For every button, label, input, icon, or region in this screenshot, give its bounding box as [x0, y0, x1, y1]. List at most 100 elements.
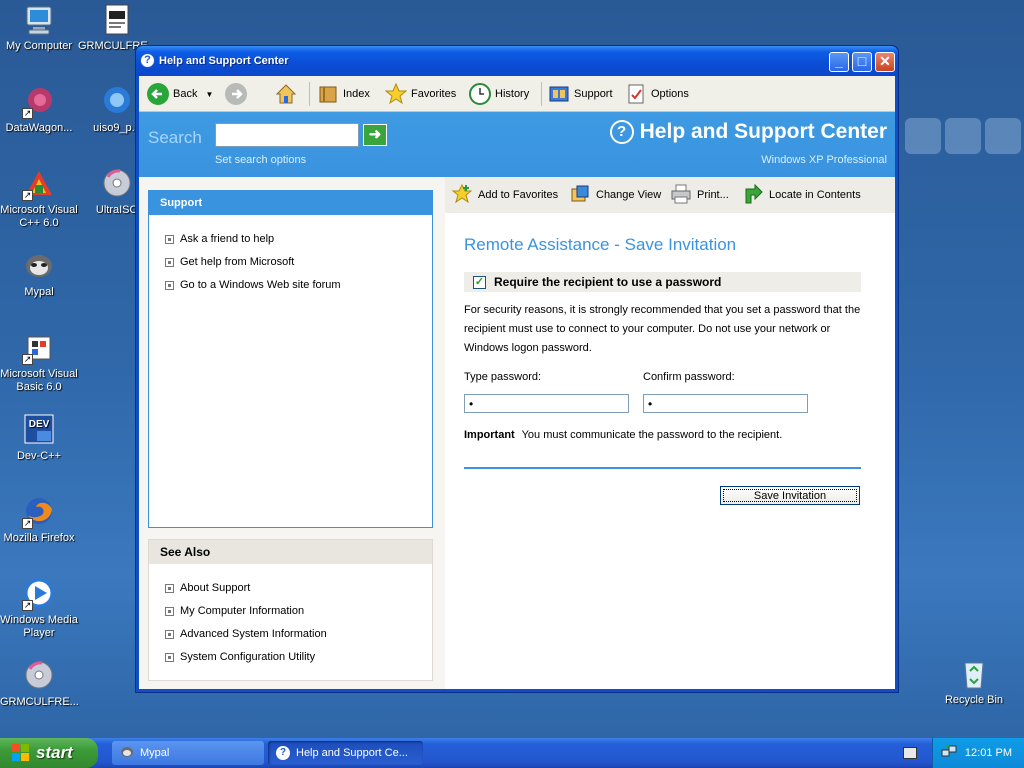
add-favorite-star-icon [451, 183, 473, 208]
link-label: Ask a friend to help [180, 233, 275, 245]
desktop-icon-visual-basic[interactable]: ↗ Microsoft Visual Basic 6.0 [0, 331, 78, 394]
bullet-icon [165, 257, 174, 267]
recycle-bin-icon [957, 657, 991, 691]
desktop-icon-dev-cpp[interactable]: DEV Dev-C++ [0, 413, 78, 463]
help-icon: ? [140, 53, 155, 68]
globe-icon [100, 85, 134, 119]
close-button[interactable]: ✕ [875, 52, 895, 72]
desktop-icon-visual-cpp[interactable]: ↗ Microsoft Visual C++ 6.0 [0, 167, 78, 230]
chevron-down-icon[interactable]: ▼ [205, 90, 213, 99]
clock[interactable]: 12:01 PM [965, 747, 1012, 759]
important-note: Important You must communicate the passw… [464, 429, 782, 441]
index-button[interactable]: Index [317, 81, 370, 107]
security-description: For security reasons, it is strongly rec… [464, 304, 861, 354]
forward-arrow-icon [225, 83, 247, 105]
task-label: Mypal [140, 747, 170, 759]
locate-arrow-icon [742, 183, 764, 208]
see-also-link-advanced-system-info[interactable]: Advanced System Information [165, 626, 327, 642]
type-password-field[interactable] [464, 394, 629, 413]
search-label: Search [148, 128, 202, 147]
title-bar[interactable]: ? Help and Support Center _ □ ✕ [136, 46, 898, 76]
desktop-icon-mypal[interactable]: Mypal [0, 249, 78, 299]
add-to-favorites-button[interactable]: Add to Favorites [451, 182, 558, 208]
toolbar-separator [309, 82, 310, 106]
require-password-checkbox[interactable]: ✓ [473, 275, 486, 289]
taskbar-item-help-and-support[interactable]: ? Help and Support Ce... [268, 741, 423, 765]
support-link-ask-friend[interactable]: Ask a friend to help [165, 231, 274, 247]
navigation-toolbar: Back ▼ Index Favorites History Support O… [139, 76, 895, 112]
see-also-link-computer-info[interactable]: My Computer Information [165, 603, 304, 619]
maximize-button[interactable]: □ [852, 52, 872, 72]
desktop-icon-label: DataWagon... [5, 122, 73, 134]
start-button[interactable]: start [0, 738, 98, 768]
options-label: Options [651, 88, 689, 100]
desktop-icon-recycle-bin[interactable]: Recycle Bin [935, 657, 1013, 707]
support-icon [548, 83, 570, 105]
desktop-icon-label: Recycle Bin [944, 694, 1004, 706]
help-icon: ? [276, 746, 290, 760]
see-also-link-about-support[interactable]: About Support [165, 580, 250, 596]
favorites-button[interactable]: Favorites [384, 81, 456, 107]
minimize-button[interactable]: _ [829, 52, 849, 72]
desktop-icon-label: Mozilla Firefox [3, 532, 75, 544]
desktop-icon-my-computer[interactable]: My Computer [0, 3, 78, 53]
printer-icon [670, 183, 692, 208]
shortcut-arrow-icon: ↗ [22, 518, 33, 529]
print-button[interactable]: Print... [670, 182, 729, 208]
home-button[interactable] [275, 81, 297, 107]
desktop-icon-firefox[interactable]: ↗ Mozilla Firefox [0, 495, 78, 545]
back-button[interactable]: Back ▼ [147, 81, 213, 107]
header-title: ? Help and Support Center [609, 120, 887, 144]
keyboard-icon[interactable] [903, 747, 917, 759]
change-view-label: Change View [596, 189, 662, 201]
search-input[interactable] [215, 123, 359, 147]
content-area: Support Ask a friend to help Get help fr… [139, 177, 895, 689]
forward-button[interactable] [225, 81, 247, 107]
history-clock-icon [469, 83, 491, 105]
desktop-icon-datawagon[interactable]: ↗ DataWagon... [0, 85, 78, 135]
support-button[interactable]: Support [548, 81, 613, 107]
network-icon[interactable] [941, 744, 957, 763]
confirm-password-field[interactable] [643, 394, 808, 413]
support-link-microsoft[interactable]: Get help from Microsoft [165, 254, 294, 270]
shortcut-arrow-icon: ↗ [22, 600, 33, 611]
change-view-button[interactable]: Change View [569, 182, 661, 208]
bullet-icon [165, 234, 174, 244]
support-link-web-forum[interactable]: Go to a Windows Web site forum [165, 277, 341, 293]
raccoon-icon [120, 745, 134, 762]
require-password-label: Require the recipient to use a password [494, 275, 722, 289]
locate-in-contents-button[interactable]: Locate in Contents [742, 182, 861, 208]
left-pane: Support Ask a friend to help Get help fr… [139, 177, 445, 689]
shortcut-arrow-icon: ↗ [22, 354, 33, 365]
taskbar: start Mypal ? Help and Support Ce... 12:… [0, 738, 1024, 768]
locate-in-contents-label: Locate in Contents [769, 189, 861, 201]
options-checklist-icon [625, 83, 647, 105]
search-band: Search ➜ Set search options ? Help and S… [139, 112, 895, 177]
link-label: My Computer Information [180, 605, 305, 617]
taskbar-item-mypal[interactable]: Mypal [112, 741, 264, 765]
options-button[interactable]: Options [625, 81, 689, 107]
desktop-icon-media-player[interactable]: ↗ Windows Media Player [0, 577, 78, 640]
desktop-icon-label: Dev-C++ [16, 450, 62, 462]
my-computer-icon [22, 3, 56, 37]
svg-text:DEV: DEV [29, 419, 50, 430]
require-password-row[interactable]: ✓ Require the recipient to use a passwor… [464, 272, 861, 292]
bullet-icon [165, 629, 174, 639]
history-button[interactable]: History [469, 81, 529, 107]
index-label: Index [343, 88, 370, 100]
visual-basic-icon: ↗ [22, 331, 56, 365]
set-search-options-link[interactable]: Set search options [215, 154, 306, 166]
add-to-favorites-label: Add to Favorites [478, 189, 559, 201]
bullet-icon [165, 606, 174, 616]
window-title: Help and Support Center [159, 55, 289, 67]
cd-icon [22, 659, 56, 693]
see-also-link-system-config[interactable]: System Configuration Utility [165, 649, 315, 665]
desktop-icon-label: GRMCULFRE... [0, 696, 79, 708]
search-go-button[interactable]: ➜ [363, 124, 387, 146]
windows-flag-icon [12, 744, 30, 762]
support-panel: Support Ask a friend to help Get help fr… [148, 190, 433, 528]
save-invitation-button[interactable]: Save Invitation [720, 486, 860, 505]
desktop-icon-label: Microsoft Visual C++ 6.0 [0, 204, 78, 229]
desktop-icon-grmculfre-cd[interactable]: GRMCULFRE... [0, 659, 79, 709]
help-icon: ? [609, 120, 634, 144]
